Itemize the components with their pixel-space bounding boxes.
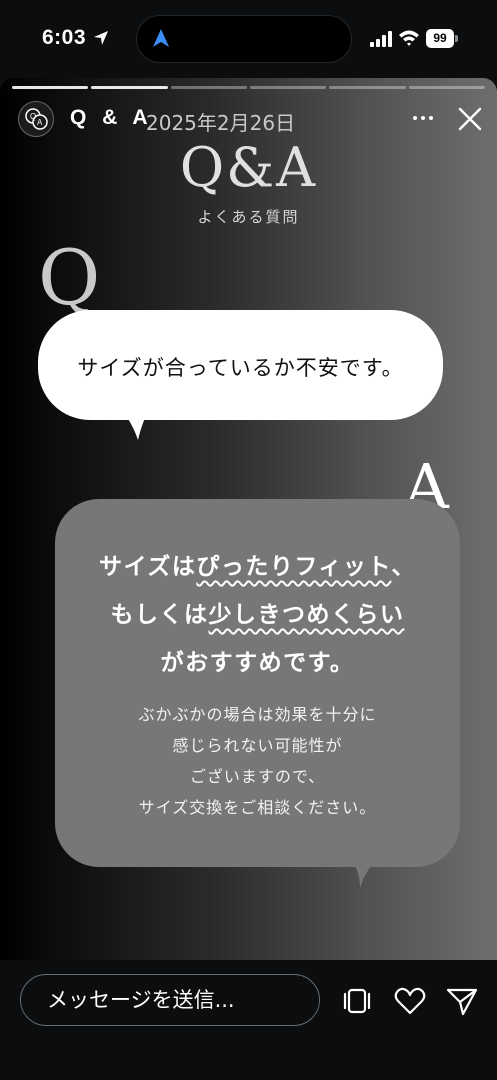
close-icon[interactable] [457, 106, 483, 132]
answer-headline-2-pre: もしくは [110, 602, 209, 628]
cellular-signal-icon [370, 31, 392, 47]
message-input[interactable] [20, 974, 320, 1026]
answer-body-line: ぶかぶかの場合は効果を十分に [138, 705, 377, 724]
qa-logo-icon: Q A [25, 108, 48, 130]
answer-headline-1-post: 、 [391, 554, 416, 580]
page-title: Q&A [179, 136, 318, 199]
answer-body-line: サイズ交換をご相談ください。 [138, 798, 377, 817]
story-progress-bar [12, 86, 485, 89]
story-progress-segment [170, 86, 247, 89]
answer-headline-line-3: がおすすめです。 [160, 650, 355, 676]
answer-bubble-tail [350, 858, 380, 888]
reels-icon[interactable] [340, 984, 374, 1018]
answer-bubble: サイズはぴったりフィット、 もしくは少しきつめくらい がおすすめです。 ぶかぶか… [55, 499, 460, 867]
story-progress-segment [329, 86, 406, 89]
navigation-arrow-icon [153, 29, 169, 47]
battery-level: 99 [426, 29, 454, 48]
battery-indicator: 99 [426, 29, 458, 48]
question-letter: Q [38, 233, 101, 322]
question-bubble-tail [120, 408, 150, 440]
question-bubble: サイズが合っているか不安です。 [38, 310, 443, 420]
heart-icon[interactable] [393, 984, 427, 1018]
story-viewer[interactable]: Q A Q & A 2025年2月26日 Q&A よくある質問 Q サイズが合っ… [0, 78, 497, 960]
answer-headline-line-2: もしくは少しきつめくらい [55, 591, 460, 639]
status-time: 6:03 [42, 26, 87, 49]
more-options-icon[interactable] [410, 108, 436, 128]
answer-body-line: ございますので、 [189, 767, 326, 786]
send-icon[interactable] [445, 984, 479, 1018]
answer-headline: サイズはぴったりフィット、 もしくは少しきつめくらい がおすすめです。 [55, 543, 460, 687]
answer-body-line: 感じられない可能性が [172, 736, 343, 755]
answer-headline-2-emphasis: 少しきつめくらい [208, 602, 405, 628]
page-subtitle: よくある質問 [197, 208, 300, 226]
status-bar: 6:03 99 [0, 0, 497, 78]
location-arrow-icon [94, 31, 108, 45]
svg-text:A: A [37, 118, 43, 127]
story-progress-segment [249, 86, 327, 89]
svg-text:Q: Q [30, 112, 36, 121]
story-progress-segment [12, 86, 89, 89]
wifi-icon [399, 30, 419, 46]
story-account-name[interactable]: Q & A [70, 106, 153, 130]
bottom-bar [0, 960, 497, 1080]
answer-headline-1-pre: サイズは [99, 554, 197, 580]
answer-headline-1-emphasis: ぴったりフィット [196, 554, 392, 580]
battery-tip [455, 35, 458, 42]
story-date: 2025年2月26日 [146, 111, 296, 135]
avatar[interactable]: Q A [18, 101, 54, 137]
answer-body: ぶかぶかの場合は効果を十分に 感じられない可能性が ございますので、 サイズ交換… [55, 699, 460, 823]
answer-headline-line-1: サイズはぴったりフィット、 [55, 543, 460, 591]
story-progress-segment [408, 86, 485, 89]
story-progress-segment [91, 86, 168, 89]
question-text: サイズが合っているか不安です。 [77, 356, 404, 380]
